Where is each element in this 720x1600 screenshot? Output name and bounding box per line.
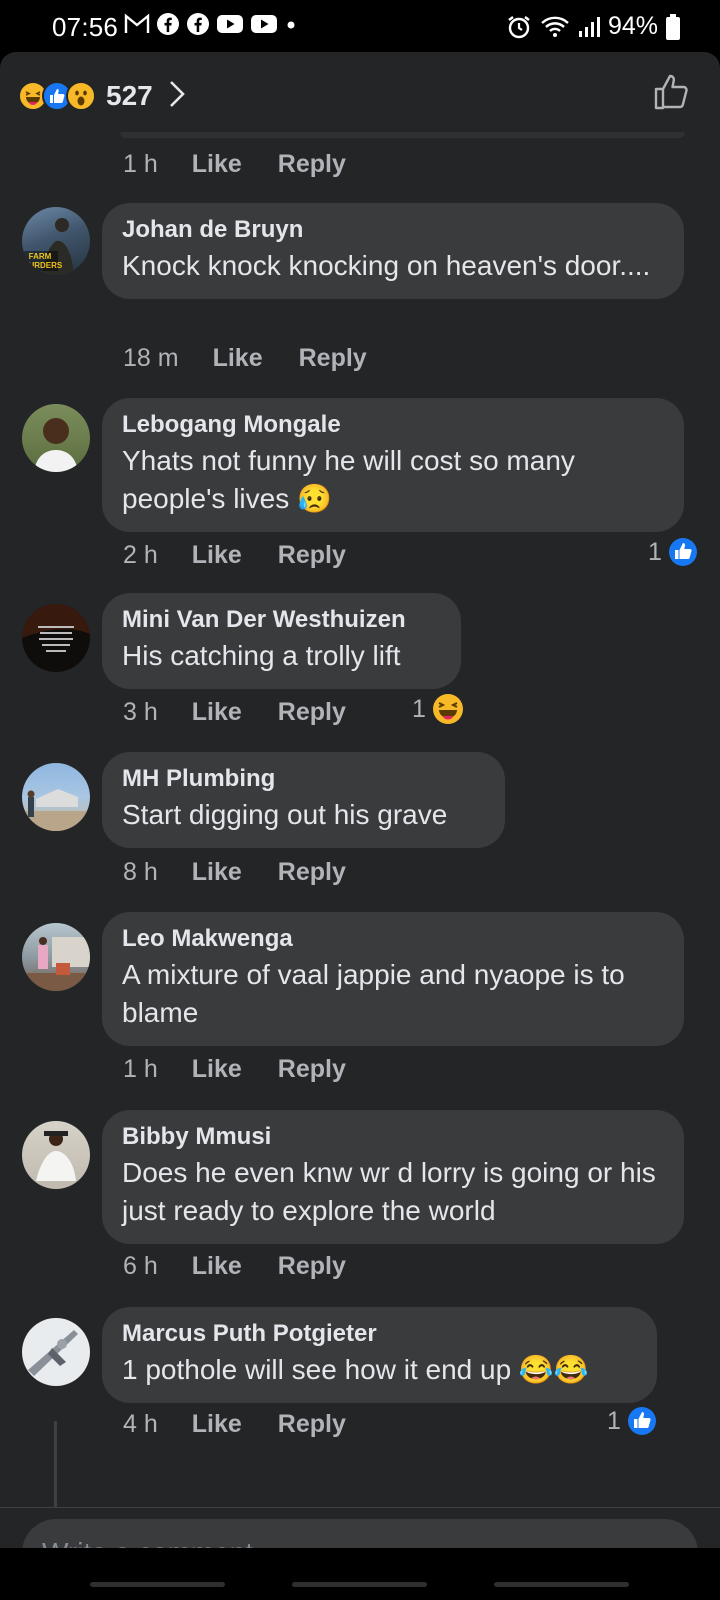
commenter-name[interactable]: Lebogang Mongale bbox=[122, 410, 664, 440]
alarm-icon bbox=[506, 14, 532, 40]
reaction-count: 1 bbox=[607, 1406, 621, 1435]
avatar[interactable] bbox=[22, 1121, 90, 1189]
like-reaction-icon bbox=[627, 1407, 656, 1435]
like-button[interactable]: Like bbox=[192, 1410, 242, 1439]
dot-icon bbox=[284, 13, 298, 35]
comment-bubble[interactable]: MH Plumbing Start digging out his grave bbox=[102, 752, 505, 848]
reply-button[interactable]: Reply bbox=[278, 1252, 346, 1281]
status-time: 07:56 bbox=[52, 12, 119, 42]
comment-text: His catching a trolly lift bbox=[122, 640, 401, 671]
system-nav-bar bbox=[0, 1548, 720, 1600]
like-button[interactable]: Like bbox=[192, 541, 242, 570]
thumbs-up-outline-icon bbox=[654, 74, 688, 110]
avatar[interactable]: FARM MURDERS bbox=[22, 207, 90, 275]
comments-panel: 527 1 h Like Reply FARM MURDERS Johan de… bbox=[0, 52, 720, 1600]
like-button[interactable]: Like bbox=[192, 1252, 242, 1281]
chevron-right-icon bbox=[167, 78, 187, 115]
reply-button[interactable]: Reply bbox=[299, 344, 367, 373]
commenter-name[interactable]: Mini Van Der Westhuizen bbox=[122, 605, 441, 635]
comment-actions: 3 h Like Reply bbox=[123, 698, 346, 727]
comment-time: 6 h bbox=[123, 1252, 158, 1280]
comment-text: 1 pothole will see how it end up 😂😂 bbox=[122, 1354, 589, 1385]
like-button[interactable]: Like bbox=[213, 344, 263, 373]
reaction-count: 1 bbox=[412, 694, 426, 723]
comment-bubble[interactable]: Lebogang Mongale Yhats not funny he will… bbox=[102, 398, 684, 532]
back-button[interactable] bbox=[494, 1582, 629, 1587]
wifi-icon bbox=[540, 15, 570, 39]
comment-reactions[interactable]: 1 bbox=[607, 1406, 657, 1436]
avatar[interactable] bbox=[22, 923, 90, 991]
avatar[interactable] bbox=[22, 1318, 90, 1386]
like-button[interactable]: Like bbox=[192, 858, 242, 887]
commenter-name[interactable]: Leo Makwenga bbox=[122, 924, 664, 954]
reply-button[interactable]: Reply bbox=[278, 1410, 346, 1439]
comment-actions: 1 h Like Reply bbox=[123, 150, 346, 179]
comment-time: 1 h bbox=[123, 1055, 158, 1083]
facebook-icon bbox=[156, 12, 180, 36]
notification-icons bbox=[124, 12, 298, 36]
commenter-name[interactable]: Johan de Bruyn bbox=[122, 215, 664, 245]
comment-actions: 8 h Like Reply bbox=[123, 858, 346, 887]
comment-text: Knock knock knocking on heaven's door...… bbox=[122, 250, 651, 281]
comment-bubble[interactable]: Johan de Bruyn Knock knock knocking on h… bbox=[102, 203, 684, 299]
commenter-name[interactable]: MH Plumbing bbox=[122, 764, 485, 794]
comment-actions: 1 h Like Reply bbox=[123, 1055, 346, 1084]
comment-text: Yhats not funny he will cost so many peo… bbox=[122, 445, 575, 514]
comment-time: 2 h bbox=[123, 541, 158, 569]
reply-button[interactable]: Reply bbox=[278, 150, 346, 179]
comment-time: 18 m bbox=[123, 344, 179, 372]
gmail-icon bbox=[124, 13, 150, 35]
comment-actions: 2 h Like Reply bbox=[123, 541, 346, 570]
like-reaction-icon bbox=[668, 538, 697, 566]
signal-icon bbox=[578, 15, 600, 39]
commenter-name[interactable]: Marcus Puth Potgieter bbox=[122, 1319, 637, 1349]
avatar[interactable] bbox=[22, 763, 90, 831]
comment-text: Does he even knw wr d lorry is going or … bbox=[122, 1157, 656, 1226]
facebook-icon bbox=[186, 12, 210, 36]
like-button[interactable]: Like bbox=[192, 1055, 242, 1084]
wow-reaction-icon bbox=[66, 81, 96, 111]
comment-time: 1 h bbox=[123, 150, 158, 178]
haha-reaction-icon bbox=[432, 694, 463, 724]
recents-button[interactable] bbox=[90, 1582, 225, 1587]
comment-reactions[interactable]: 1 bbox=[648, 537, 698, 567]
like-post-button[interactable] bbox=[652, 72, 692, 117]
comment-text: A mixture of vaal jappie and nyaope is t… bbox=[122, 959, 625, 1028]
comment-time: 8 h bbox=[123, 858, 158, 886]
comment-text: Start digging out his grave bbox=[122, 799, 448, 830]
home-button[interactable] bbox=[292, 1582, 427, 1587]
status-bar: 07:56 94% bbox=[0, 0, 720, 52]
youtube-icon bbox=[250, 13, 278, 35]
comment-actions: 6 h Like Reply bbox=[123, 1252, 346, 1281]
reply-button[interactable]: Reply bbox=[278, 698, 346, 727]
commenter-name[interactable]: Bibby Mmusi bbox=[122, 1122, 664, 1152]
comment-actions: 4 h Like Reply bbox=[123, 1410, 346, 1439]
previous-comment-bubble-edge bbox=[120, 132, 685, 138]
avatar[interactable] bbox=[22, 604, 90, 672]
reply-button[interactable]: Reply bbox=[278, 541, 346, 570]
system-indicators: 94% bbox=[506, 12, 680, 41]
comment-bubble[interactable]: Mini Van Der Westhuizen His catching a t… bbox=[102, 593, 461, 689]
reaction-count: 527 bbox=[106, 80, 153, 111]
comment-time: 3 h bbox=[123, 698, 158, 726]
comment-reactions[interactable]: 1 bbox=[412, 693, 464, 725]
svg-text:MURDERS: MURDERS bbox=[22, 261, 63, 270]
reaction-count: 1 bbox=[648, 537, 662, 566]
comment-bubble[interactable]: Bibby Mmusi Does he even knw wr d lorry … bbox=[102, 1110, 684, 1244]
comment-bubble[interactable]: Leo Makwenga A mixture of vaal jappie an… bbox=[102, 912, 684, 1046]
comment-time: 4 h bbox=[123, 1410, 158, 1438]
battery-icon bbox=[666, 13, 680, 40]
comment-bubble[interactable]: Marcus Puth Potgieter 1 pothole will see… bbox=[102, 1307, 657, 1403]
comment-actions: 18 m Like Reply bbox=[123, 344, 367, 373]
reactions-summary[interactable]: 527 bbox=[18, 76, 187, 116]
like-button[interactable]: Like bbox=[192, 698, 242, 727]
youtube-icon bbox=[216, 13, 244, 35]
svg-text:FARM: FARM bbox=[29, 252, 52, 261]
reply-button[interactable]: Reply bbox=[278, 1055, 346, 1084]
like-button[interactable]: Like bbox=[192, 150, 242, 179]
reply-button[interactable]: Reply bbox=[278, 858, 346, 887]
battery-percentage: 94% bbox=[607, 12, 658, 40]
avatar[interactable] bbox=[22, 404, 90, 472]
